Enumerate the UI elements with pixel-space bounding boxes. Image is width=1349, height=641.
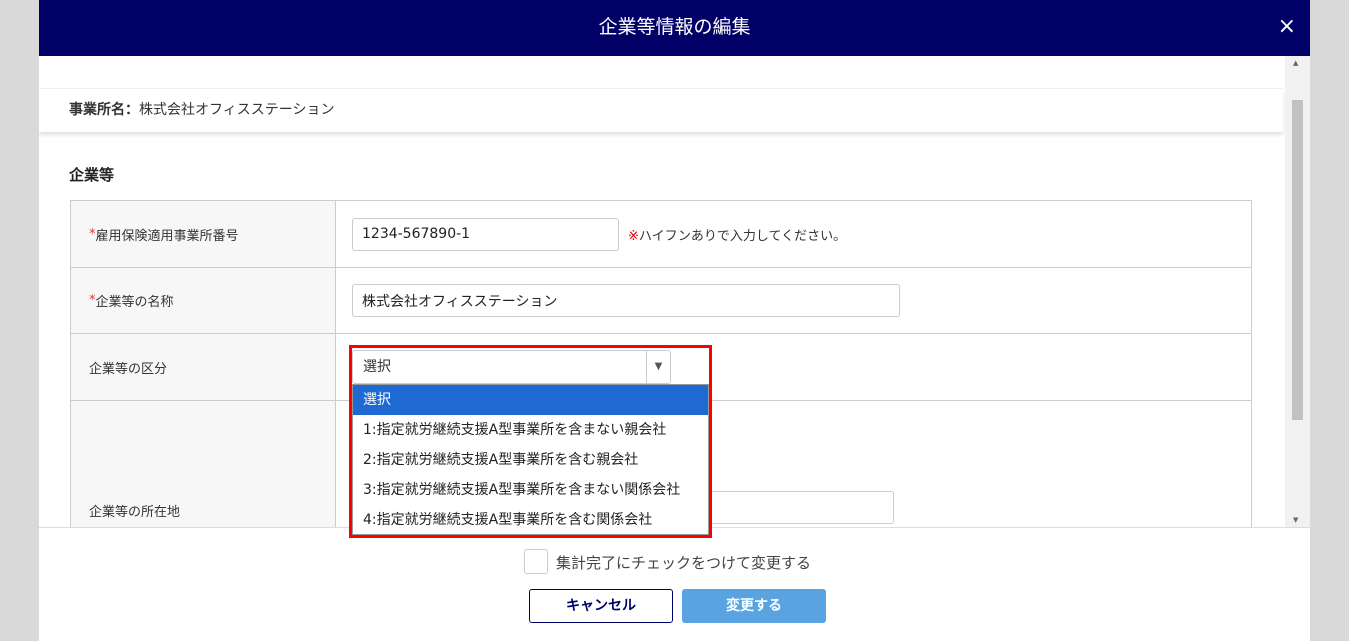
modal-footer: 集計完了にチェックをつけて変更する キャンセル 変更する — [39, 527, 1310, 641]
complete-checkbox[interactable] — [524, 549, 548, 574]
submit-button[interactable]: 変更する — [682, 589, 826, 623]
dropdown-option[interactable]: 3:指定就労継続支援A型事業所を含まない関係会社 — [353, 475, 708, 505]
insurance-no-input[interactable]: 1234-567890-1 — [352, 217, 619, 251]
checkbox-label[interactable]: 集計完了にチェックをつけて変更する — [556, 552, 811, 573]
note-mark: ※ — [628, 228, 639, 244]
edit-company-modal: 企業等情報の編集 × 事業所名：株式会社オフィスステーション 企業等 * 雇用保険… — [39, 0, 1310, 641]
hint-text: ※ハイフンありで入力してください。 — [628, 225, 846, 244]
close-icon[interactable]: × — [1278, 0, 1296, 54]
label-text: 雇用保険適用事業所番号 — [95, 228, 239, 244]
row-name: * 企業等の名称 株式会社オフィスステーション — [71, 268, 1251, 334]
category-dropdown-list: 選択 1:指定就労継続支援A型事業所を含まない親会社 2:指定就労継続支援A型事… — [352, 384, 709, 535]
row-insurance-no: * 雇用保険適用事業所番号 1234-567890-1 ※ハイフンありで入力してくだ… — [71, 201, 1251, 268]
modal-title: 企業等情報の編集 — [598, 16, 751, 38]
label-text: 企業等の名称 — [95, 295, 174, 310]
dropdown-option[interactable]: 1:指定就労継続支援A型事業所を含まない親会社 — [353, 415, 708, 445]
dropdown-option[interactable]: 2:指定就労継続支援A型事業所を含む親会社 — [353, 445, 708, 475]
chevron-down-icon[interactable]: ▼ — [646, 351, 670, 383]
cancel-button[interactable]: キャンセル — [529, 589, 673, 623]
scrollbar-thumb[interactable] — [1292, 100, 1303, 420]
scrollbar[interactable]: ▲ ▼ — [1285, 56, 1310, 527]
modal-header: 企業等情報の編集 × — [39, 0, 1310, 56]
field-label: * 企業等の名称 — [71, 268, 336, 333]
scroll-down-icon[interactable]: ▼ — [1293, 516, 1298, 524]
office-label: 事業所名： — [69, 102, 139, 118]
office-name: 事業所名：株式会社オフィスステーション — [39, 88, 1283, 132]
company-name-input[interactable]: 株式会社オフィスステーション — [352, 284, 900, 317]
section-title: 企業等 — [69, 166, 115, 184]
dropdown-option[interactable]: 4:指定就労継続支援A型事業所を含む関係会社 — [353, 505, 708, 535]
dropdown-option[interactable]: 選択 — [353, 385, 708, 415]
field-label: 企業等の区分 — [71, 334, 336, 400]
field-label: * 雇用保険適用事業所番号 — [71, 201, 336, 267]
note-text: ハイフンありで入力してください。 — [638, 228, 847, 244]
field-label: 企業等の所在地 — [71, 401, 336, 527]
category-select[interactable]: 選択 ▼ — [352, 350, 671, 384]
select-value: 選択 — [363, 359, 391, 375]
scroll-up-icon[interactable]: ▲ — [1293, 59, 1298, 67]
office-value: 株式会社オフィスステーション — [139, 102, 335, 118]
